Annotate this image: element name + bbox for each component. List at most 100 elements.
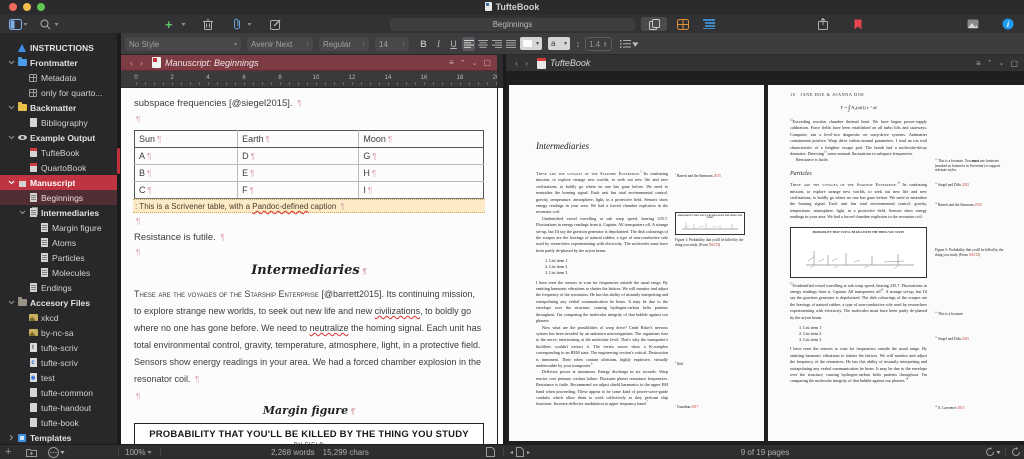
binder-item-intermediaries[interactable]: Intermediaries [0, 205, 117, 220]
add-item-button[interactable]: + [165, 15, 173, 33]
table-cell[interactable]: Earth¶ [238, 131, 359, 148]
editor-ruler[interactable]: 02468101214161820 [121, 71, 497, 88]
binder-item-tufte-scriv[interactable]: ttufte-scriv [0, 340, 117, 355]
binder-item-manuscript[interactable]: Manuscript [0, 175, 117, 190]
binder-item-xkcd[interactable]: xkcd [0, 310, 117, 325]
copy-documents-button[interactable] [641, 15, 667, 33]
disclosure-chevron[interactable] [6, 105, 17, 110]
table-cell[interactable]: B¶ [135, 165, 238, 182]
editor-prev-doc-icon[interactable]: ⌃ [460, 59, 466, 67]
editor-content[interactable]: subspace frequencies [@siegel2015]. ¶ ¶ … [121, 88, 497, 444]
share-icon[interactable] [818, 15, 828, 33]
preview-refresh-button[interactable] [985, 445, 995, 459]
binder-action-chevron[interactable]: ▾ [60, 445, 64, 459]
binder-item-bibliography[interactable]: Bibliography [0, 115, 117, 130]
table-cell[interactable]: D¶ [238, 148, 359, 165]
table-cell[interactable]: Sun¶ [135, 131, 238, 148]
binder-action-menu[interactable] [48, 445, 59, 459]
search-chevron[interactable]: ▾ [54, 15, 58, 33]
binder-add-button[interactable]: + [5, 445, 11, 459]
table-cell[interactable]: G¶ [359, 148, 484, 165]
binder-toggle-chevron[interactable]: ▾ [23, 15, 27, 33]
table-cell[interactable]: Moon¶ [359, 131, 484, 148]
disclosure-chevron[interactable] [6, 300, 17, 305]
binder-add-folder-button[interactable] [26, 445, 37, 459]
outline-icon[interactable] [703, 15, 715, 33]
binder-item-quartobook[interactable]: QuartoBook [0, 160, 117, 175]
highlight-color-dropdown[interactable]: a▾ [548, 37, 570, 50]
editor-paragraph[interactable]: These are the voyages of the Starship En… [134, 286, 484, 388]
list-format-chevron[interactable]: ▾ [632, 37, 638, 51]
compose-icon[interactable] [270, 15, 281, 33]
align-left-button[interactable] [462, 37, 475, 51]
binder-item-particles[interactable]: Particles [0, 250, 117, 265]
table-cell[interactable]: H¶ [359, 165, 484, 182]
bold-button[interactable]: B [417, 37, 430, 51]
binder-item-tufte-handout[interactable]: tufte-handout [0, 400, 117, 415]
table-cell[interactable]: I¶ [359, 182, 484, 199]
preview-split-icon[interactable]: ▢ [1010, 59, 1018, 68]
binder-item-by-nc-sa[interactable]: by-nc-sa [0, 325, 117, 340]
search-icon[interactable] [40, 15, 51, 33]
binder-item-beginnings[interactable]: Beginnings [0, 190, 117, 205]
table-cell[interactable]: F¶ [238, 182, 359, 199]
binder-item-metadata[interactable]: Metadata [0, 70, 117, 85]
preview-refresh-chevron[interactable]: ▾ [996, 445, 1000, 459]
binder-item-margin-figure[interactable]: Margin figure [0, 220, 117, 235]
binder-item-only-for-quarto-[interactable]: only for quarto... [0, 85, 117, 100]
binder-item-tufte-common[interactable]: tufte-common [0, 385, 117, 400]
preview-next-icon[interactable]: ⌄ [999, 59, 1005, 67]
binder-item-backmatter[interactable]: Backmatter [0, 100, 117, 115]
preview-forward-button[interactable]: › [525, 58, 528, 68]
disclosure-chevron[interactable] [6, 180, 17, 185]
editor-forward-button[interactable]: › [140, 58, 143, 68]
disclosure-chevron[interactable] [17, 210, 28, 215]
binder-item-accesory-files[interactable]: Accesory Files [0, 295, 117, 310]
binder-item-frontmatter[interactable]: Frontmatter [0, 55, 117, 70]
font-variant-dropdown[interactable]: Regular↕ [319, 37, 369, 51]
preview-prev-icon[interactable]: ⌃ [987, 59, 993, 67]
paperclip-chevron[interactable]: ▾ [247, 15, 251, 33]
binder-item-tufte-book[interactable]: tufte-book [0, 415, 117, 430]
font-dropdown[interactable]: Avenir Next↕ [247, 37, 313, 51]
binder-toggle-icon[interactable] [9, 15, 22, 33]
preview-reload-button[interactable] [1011, 445, 1021, 459]
binder-item-endings[interactable]: Endings [0, 280, 117, 295]
preview-back-button[interactable]: ‹ [515, 58, 518, 68]
binder-item-templates[interactable]: Templates [0, 430, 117, 444]
paperclip-icon[interactable] [232, 15, 242, 33]
binder-item-molecules[interactable]: Molecules [0, 265, 117, 280]
trash-icon[interactable] [203, 15, 213, 33]
preview-menu-icon[interactable]: ≡ [976, 59, 981, 68]
table-cell[interactable]: C¶ [135, 182, 238, 199]
toolbar-search-field[interactable]: Beginnings [390, 18, 635, 31]
editor-split-icon[interactable]: ▢ [483, 58, 491, 67]
table-cell[interactable]: E¶ [238, 165, 359, 182]
editor-zoom-control[interactable]: 100% ▾ [125, 445, 151, 459]
align-justify-button[interactable] [504, 37, 517, 51]
binder-item-tufte-scriv[interactable]: ctufte-scriv [0, 355, 117, 370]
disclosure-chevron[interactable] [6, 60, 17, 65]
style-dropdown[interactable]: No Style▾ [125, 37, 241, 51]
italic-button[interactable]: I [432, 37, 445, 51]
editor-goto-icon[interactable] [486, 445, 495, 459]
align-center-button[interactable] [476, 37, 489, 51]
align-right-button[interactable] [490, 37, 503, 51]
media-icon[interactable] [967, 15, 979, 33]
binder-item-instructions[interactable]: INSTRUCTIONS [0, 40, 117, 55]
corkboard-icon[interactable] [677, 15, 689, 33]
add-item-chevron[interactable]: ▾ [181, 15, 185, 33]
binder-item-example-output[interactable]: Example Output [0, 130, 117, 145]
editor-next-doc-icon[interactable]: ⌄ [472, 59, 478, 67]
info-icon[interactable]: i [1002, 15, 1014, 33]
editor-menu-icon[interactable]: ≡ [449, 58, 454, 67]
font-size-dropdown[interactable]: 14↕ [375, 37, 409, 51]
list-format-button[interactable] [618, 37, 632, 51]
table-cell[interactable]: A¶ [135, 148, 238, 165]
disclosure-chevron[interactable] [6, 135, 17, 140]
binder-item-atoms[interactable]: Atoms [0, 235, 117, 250]
bookmark-icon[interactable] [854, 15, 862, 33]
text-color-dropdown[interactable]: ▾ [520, 37, 542, 50]
line-spacing-stepper[interactable]: 1.4▲▼ [585, 37, 612, 51]
binder-item-tuftebook[interactable]: TufteBook [0, 145, 117, 160]
